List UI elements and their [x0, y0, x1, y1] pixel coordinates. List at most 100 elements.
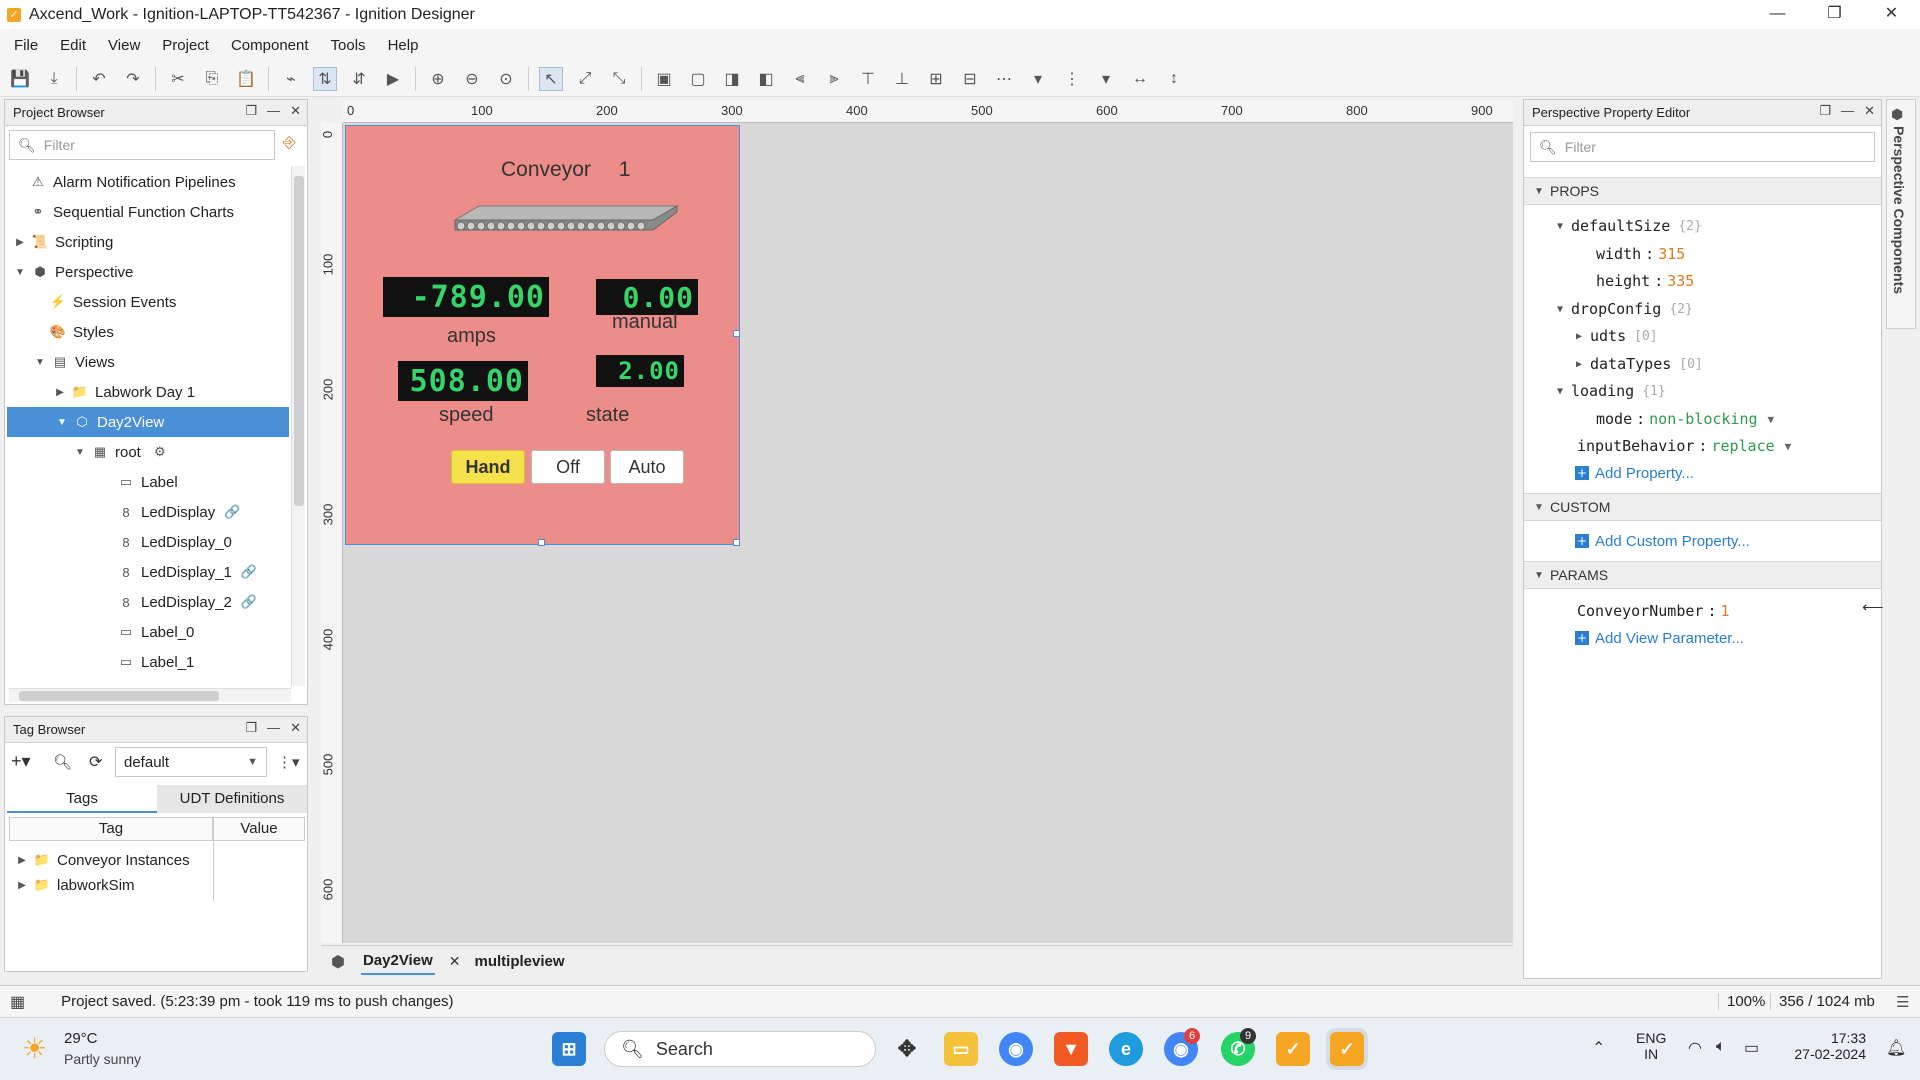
tree-item-session-events[interactable]: ⚡ Session Events	[49, 287, 176, 317]
undo-icon[interactable]: ↶	[87, 67, 111, 91]
battery-icon[interactable]: ▭	[1744, 1038, 1759, 1058]
param-conveyornumber[interactable]: ConveyorNumber:1	[1577, 598, 1730, 624]
tag-provider-select[interactable]: default ▼	[115, 747, 267, 777]
perspective-components-side-tab[interactable]: ⬢ Perspective Components	[1886, 99, 1916, 329]
align-bottom-icon[interactable]: ⊥	[890, 67, 914, 91]
tree-item-perspective[interactable]: ▼ ⬢ Perspective	[13, 257, 133, 287]
close-panel-icon[interactable]: ✕	[1864, 103, 1875, 119]
expand-arrow-icon[interactable]: ▶	[13, 237, 27, 248]
align-center-icon[interactable]: ⊞	[924, 67, 948, 91]
weather-icon[interactable]: ☀	[22, 1032, 47, 1065]
amps-label[interactable]: amps	[447, 325, 496, 348]
locate-icon[interactable]: ⎆	[283, 134, 296, 152]
dropdown-arrow-icon[interactable]: ▾	[1026, 67, 1050, 91]
collapse-arrow-icon[interactable]: ▼	[1553, 386, 1567, 397]
menu-project[interactable]: Project	[154, 37, 223, 54]
section-props[interactable]: ▼ PROPS	[1524, 177, 1881, 205]
tree-item-scripting[interactable]: ▶ 📜 Scripting	[13, 227, 113, 257]
float-panel-icon[interactable]: ❐	[245, 103, 257, 119]
led-display-manual[interactable]: 0.00	[596, 279, 698, 315]
collapse-arrow-icon[interactable]: ▼	[33, 357, 47, 368]
minimize-panel-icon[interactable]: —	[267, 720, 280, 736]
float-panel-icon[interactable]: ❐	[1819, 103, 1831, 119]
tree-item-labwork-day1[interactable]: ▶ 📁 Labwork Day 1	[53, 377, 195, 407]
column-header-tag[interactable]: Tag	[9, 817, 213, 841]
prop-value[interactable]: 315	[1658, 245, 1685, 263]
resize-handle-right[interactable]	[733, 330, 740, 337]
minimize-panel-icon[interactable]: —	[1841, 103, 1854, 119]
prop-datatypes[interactable]: ▶ dataTypes [0]	[1572, 351, 1703, 377]
tab-multipleview[interactable]: multipleview	[474, 953, 564, 970]
close-panel-icon[interactable]: ✕	[290, 103, 301, 119]
add-tag-icon[interactable]: +▾	[11, 751, 31, 772]
auto-button[interactable]: Auto	[610, 450, 684, 484]
chrome-icon[interactable]: ◉	[999, 1032, 1033, 1066]
taskbar-search[interactable]: 🔍︎ Search	[604, 1031, 876, 1067]
distribute-vertical-icon[interactable]: ⋮	[1060, 67, 1084, 91]
horizontal-scrollbar[interactable]	[9, 688, 291, 702]
clock[interactable]: 17:33 27-02-2024	[1788, 1030, 1866, 1062]
redo-icon[interactable]: ↷	[121, 67, 145, 91]
send-back-icon[interactable]: ◧	[754, 67, 778, 91]
column-header-value[interactable]: Value	[213, 817, 305, 841]
tree-item-views[interactable]: ▼ ▤ Views	[33, 347, 115, 377]
scrollbar-thumb[interactable]	[19, 691, 219, 701]
collapse-arrow-icon[interactable]: ▼	[1553, 304, 1567, 315]
minimize-button[interactable]: —	[1749, 0, 1806, 29]
param-direction-arrow-icon[interactable]: ⟵	[1862, 598, 1884, 616]
section-custom[interactable]: ▼ CUSTOM	[1524, 493, 1881, 521]
project-filter-input[interactable]: 🔍︎ Filter	[9, 130, 275, 160]
zoom-out-icon[interactable]: ⊖	[460, 67, 484, 91]
minimize-panel-icon[interactable]: —	[267, 103, 280, 119]
collapse-arrow-icon[interactable]: ▼	[1532, 570, 1546, 581]
weather-temp[interactable]: 29°C	[64, 1030, 98, 1047]
selection-tool-icon[interactable]: ↖	[539, 66, 563, 91]
off-button[interactable]: Off	[531, 450, 605, 484]
more-options-icon[interactable]: ⋮▾	[277, 753, 300, 771]
notifications-bell-icon[interactable]: 🔔︎	[1886, 1038, 1906, 1058]
start-icon[interactable]: ⊞	[552, 1032, 586, 1066]
menu-tools[interactable]: Tools	[323, 37, 380, 54]
prop-value[interactable]: replace	[1711, 437, 1774, 455]
save-icon[interactable]: 💾	[8, 67, 32, 91]
conveyor-title-label[interactable]: Conveyor 1	[501, 158, 630, 182]
close-window-button[interactable]: ✕	[1863, 0, 1920, 29]
close-panel-icon[interactable]: ✕	[290, 720, 301, 736]
restore-button[interactable]: ❐	[1806, 0, 1863, 29]
resize-handle-corner[interactable]	[733, 539, 740, 546]
tree-item-label[interactable]: ▭ Label	[117, 467, 178, 497]
prop-dropconfig[interactable]: ▼ dropConfig {2}	[1553, 296, 1693, 322]
file-explorer-icon[interactable]: ▭	[944, 1032, 978, 1066]
zoom-fit-icon[interactable]: ⊙	[494, 67, 518, 91]
prop-defaultsize[interactable]: ▼ defaultSize {2}	[1553, 213, 1702, 239]
tree-item-styles[interactable]: 🎨 Styles	[49, 317, 114, 347]
prop-loading[interactable]: ▼ loading {1}	[1553, 378, 1666, 404]
collapse-arrow-icon[interactable]: ▼	[55, 417, 69, 428]
same-height-icon[interactable]: ↕	[1162, 67, 1186, 91]
bring-front-icon[interactable]: ◨	[720, 67, 744, 91]
expand-arrow-icon[interactable]: ▶	[1572, 359, 1586, 370]
section-params[interactable]: ▼ PARAMS	[1524, 561, 1881, 589]
prop-mode[interactable]: mode: non-blocking ▼	[1596, 406, 1774, 432]
align-left-icon[interactable]: ⫷	[788, 67, 812, 91]
tree-item-root[interactable]: ▼ ▦ root ⚙	[73, 437, 175, 467]
copy-icon[interactable]: ⎘	[200, 67, 224, 91]
hand-button[interactable]: Hand	[451, 450, 525, 484]
property-filter-input[interactable]: 🔍︎ Filter	[1530, 132, 1875, 162]
collapse-arrow-icon[interactable]: ▼	[13, 267, 27, 278]
ignition-designer-icon[interactable]: ✓	[1330, 1032, 1364, 1066]
layout-horizontal-icon[interactable]: ⇅	[313, 66, 337, 91]
zoom-in-icon[interactable]: ⊕	[426, 67, 450, 91]
path-tool-icon[interactable]: ⤡	[607, 67, 631, 91]
tree-item-leddisplay-0[interactable]: 8 LedDisplay_0	[117, 527, 232, 557]
prop-width[interactable]: width:315	[1596, 241, 1685, 267]
weather-desc[interactable]: Partly sunny	[64, 1051, 141, 1067]
prop-inputbehavior[interactable]: inputBehavior: replace ▼	[1577, 433, 1791, 459]
grid-icon[interactable]: ▦	[10, 992, 25, 1012]
collapse-arrow-icon[interactable]: ▼	[1553, 221, 1567, 232]
menu-edit[interactable]: Edit	[52, 37, 100, 54]
scrollbar-thumb[interactable]	[294, 176, 304, 506]
tree-item-label-1[interactable]: ▭ Label_1	[117, 647, 195, 677]
tree-item-leddisplay[interactable]: 8 LedDisplay 🔗	[117, 497, 247, 527]
ungroup-icon[interactable]: ▢	[686, 67, 710, 91]
